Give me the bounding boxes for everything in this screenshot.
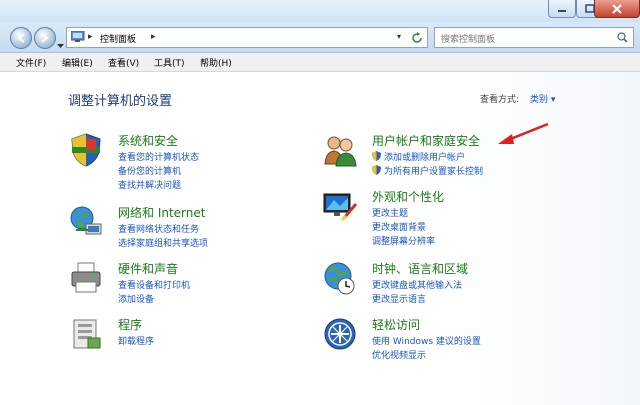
link-devices-printers[interactable]: 查看设备和打印机: [118, 278, 190, 291]
annotation-arrow-icon: [498, 122, 549, 144]
link-change-background[interactable]: 更改桌面背景: [372, 220, 426, 233]
menu-bar: 文件(F) 编辑(E) 查看(V) 工具(T) 帮助(H): [0, 53, 640, 72]
link-change-theme[interactable]: 更改主题: [372, 206, 408, 219]
uac-shield-icon: [372, 165, 381, 175]
control-panel-content: 调整计算机的设置 查看方式: 类别 ▾ 系统和安全 查看您的计算机状态 备份您的…: [0, 72, 640, 405]
link-change-display-language[interactable]: 更改显示语言: [372, 292, 426, 305]
users-icon: [324, 136, 357, 167]
refresh-icon[interactable]: [411, 32, 423, 44]
view-by-label: 查看方式:: [480, 95, 520, 105]
search-input[interactable]: 搜索控制面板: [434, 27, 634, 48]
category-title-user-accounts[interactable]: 用户帐户和家庭安全: [372, 132, 480, 149]
view-by-value: 类别: [529, 95, 548, 105]
category-title-programs[interactable]: 程序: [118, 316, 142, 333]
breadcrumb-control-panel[interactable]: 控制面板: [100, 32, 136, 45]
minimize-icon: [558, 9, 566, 12]
globe-clock-icon: [324, 262, 355, 295]
search-placeholder: 搜索控制面板: [441, 35, 496, 45]
monitor-icon: [323, 193, 358, 222]
close-button[interactable]: [594, 0, 640, 18]
page-title: 调整计算机的设置: [68, 94, 173, 109]
category-title-clock-language-region[interactable]: 时钟、语言和区域: [372, 260, 468, 277]
back-button[interactable]: [10, 27, 32, 49]
link-parental-controls[interactable]: 为所有用户设置家长控制: [372, 164, 483, 177]
view-by: 查看方式: 类别 ▾: [480, 92, 555, 105]
breadcrumb-chevron[interactable]: ▸: [151, 32, 156, 42]
forward-button[interactable]: [34, 27, 56, 49]
menu-edit[interactable]: 编辑(E): [62, 56, 93, 69]
printer-icon: [71, 262, 101, 293]
search-icon[interactable]: [617, 32, 628, 43]
uac-shield-icon: [372, 151, 381, 161]
menu-tools[interactable]: 工具(T): [154, 56, 185, 69]
menu-file[interactable]: 文件(F): [16, 56, 46, 69]
address-input[interactable]: ▸ 控制面板 ▸ ▾: [66, 27, 428, 48]
address-history-dropdown[interactable]: ▾: [397, 32, 401, 41]
category-title-system-security[interactable]: 系统和安全: [118, 132, 178, 149]
link-view-network-status[interactable]: 查看网络状态和任务: [118, 222, 199, 235]
path-separator: ▸: [88, 32, 93, 42]
link-backup-computer[interactable]: 备份您的计算机: [118, 164, 181, 177]
link-change-input-method[interactable]: 更改键盘或其他输入法: [372, 278, 462, 291]
control-panel-icon: [71, 31, 85, 42]
arrow-left-icon: [17, 33, 25, 43]
link-add-remove-accounts[interactable]: 添加或删除用户帐户: [372, 150, 465, 163]
chevron-down-icon: ▾: [550, 95, 556, 105]
link-homegroup-sharing[interactable]: 选择家庭组和共享选项: [118, 236, 208, 249]
menu-help[interactable]: 帮助(H): [200, 56, 232, 69]
ease-of-access-icon: [324, 318, 356, 350]
link-add-device[interactable]: 添加设备: [118, 292, 154, 305]
title-bar: [0, 0, 640, 22]
chevron-down-icon: [57, 44, 64, 48]
link-label: 为所有用户设置家长控制: [384, 167, 484, 177]
link-optimize-video[interactable]: 优化视频显示: [372, 348, 426, 361]
view-by-dropdown[interactable]: 类别 ▾: [530, 95, 555, 105]
link-recommended-settings[interactable]: 使用 Windows 建议的设置: [372, 334, 481, 347]
category-title-ease-of-access[interactable]: 轻松访问: [372, 316, 420, 333]
category-title-network-internet[interactable]: 网络和 Internet: [118, 204, 205, 221]
link-screen-resolution[interactable]: 调整屏幕分辨率: [372, 234, 435, 247]
close-icon: [612, 3, 622, 14]
arrow-right-icon: [41, 33, 49, 43]
menu-view[interactable]: 查看(V): [108, 56, 139, 69]
shield-icon: [71, 133, 101, 167]
link-uninstall-program[interactable]: 卸载程序: [118, 334, 154, 347]
link-find-fix-problems[interactable]: 查找并解决问题: [118, 178, 181, 191]
link-label: 添加或删除用户帐户: [384, 153, 466, 163]
navigation-bar: ▸ 控制面板 ▸ ▾ 搜索控制面板: [0, 22, 640, 53]
recent-pages-dropdown[interactable]: [57, 34, 64, 53]
category-title-hardware-sound[interactable]: 硬件和声音: [118, 260, 178, 277]
network-icon: [70, 206, 102, 235]
programs-icon: [73, 319, 101, 349]
category-title-appearance[interactable]: 外观和个性化: [372, 188, 444, 205]
link-view-computer-status[interactable]: 查看您的计算机状态: [118, 150, 199, 163]
minimize-button[interactable]: [548, 0, 576, 18]
